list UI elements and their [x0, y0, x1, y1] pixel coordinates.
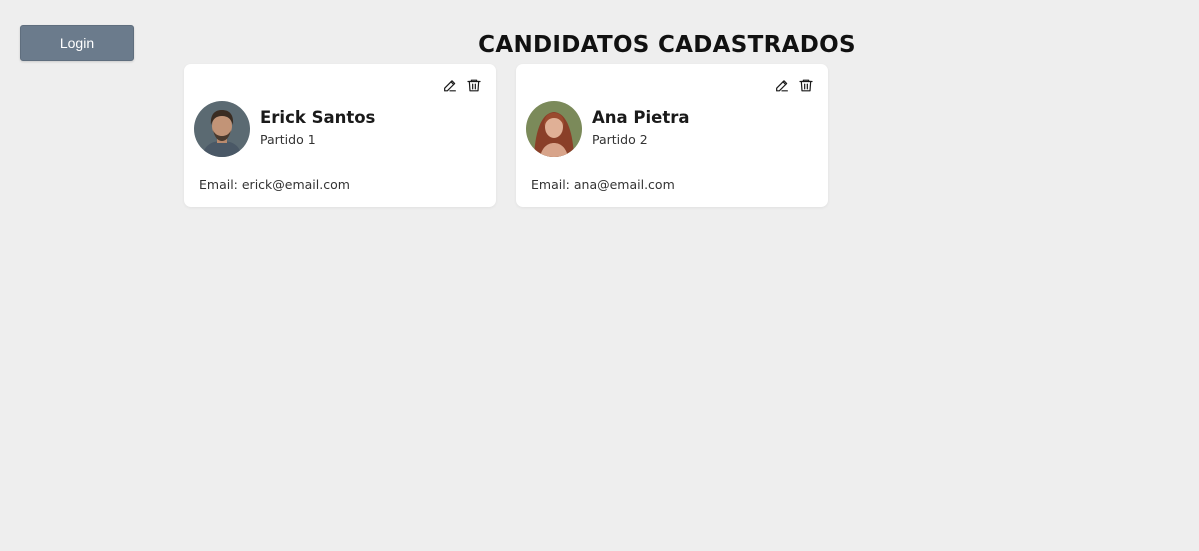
avatar	[526, 101, 582, 157]
candidate-list: Erick Santos Partido 1 Email: erick@emai…	[184, 64, 828, 207]
candidate-party: Partido 1	[260, 132, 316, 147]
delete-icon[interactable]	[466, 77, 482, 94]
candidate-card: Erick Santos Partido 1 Email: erick@emai…	[184, 64, 496, 207]
card-actions	[442, 77, 482, 94]
candidate-name: Erick Santos	[260, 108, 376, 127]
edit-icon[interactable]	[442, 77, 458, 94]
page-title: CANDIDATOS CADASTRADOS	[478, 32, 856, 58]
card-actions	[774, 77, 814, 94]
candidate-email: Email: erick@email.com	[199, 177, 350, 192]
candidate-party: Partido 2	[592, 132, 648, 147]
candidate-email: Email: ana@email.com	[531, 177, 675, 192]
candidate-name: Ana Pietra	[592, 108, 690, 127]
edit-icon[interactable]	[774, 77, 790, 94]
avatar	[194, 101, 250, 157]
delete-icon[interactable]	[798, 77, 814, 94]
candidate-card: Ana Pietra Partido 2 Email: ana@email.co…	[516, 64, 828, 207]
